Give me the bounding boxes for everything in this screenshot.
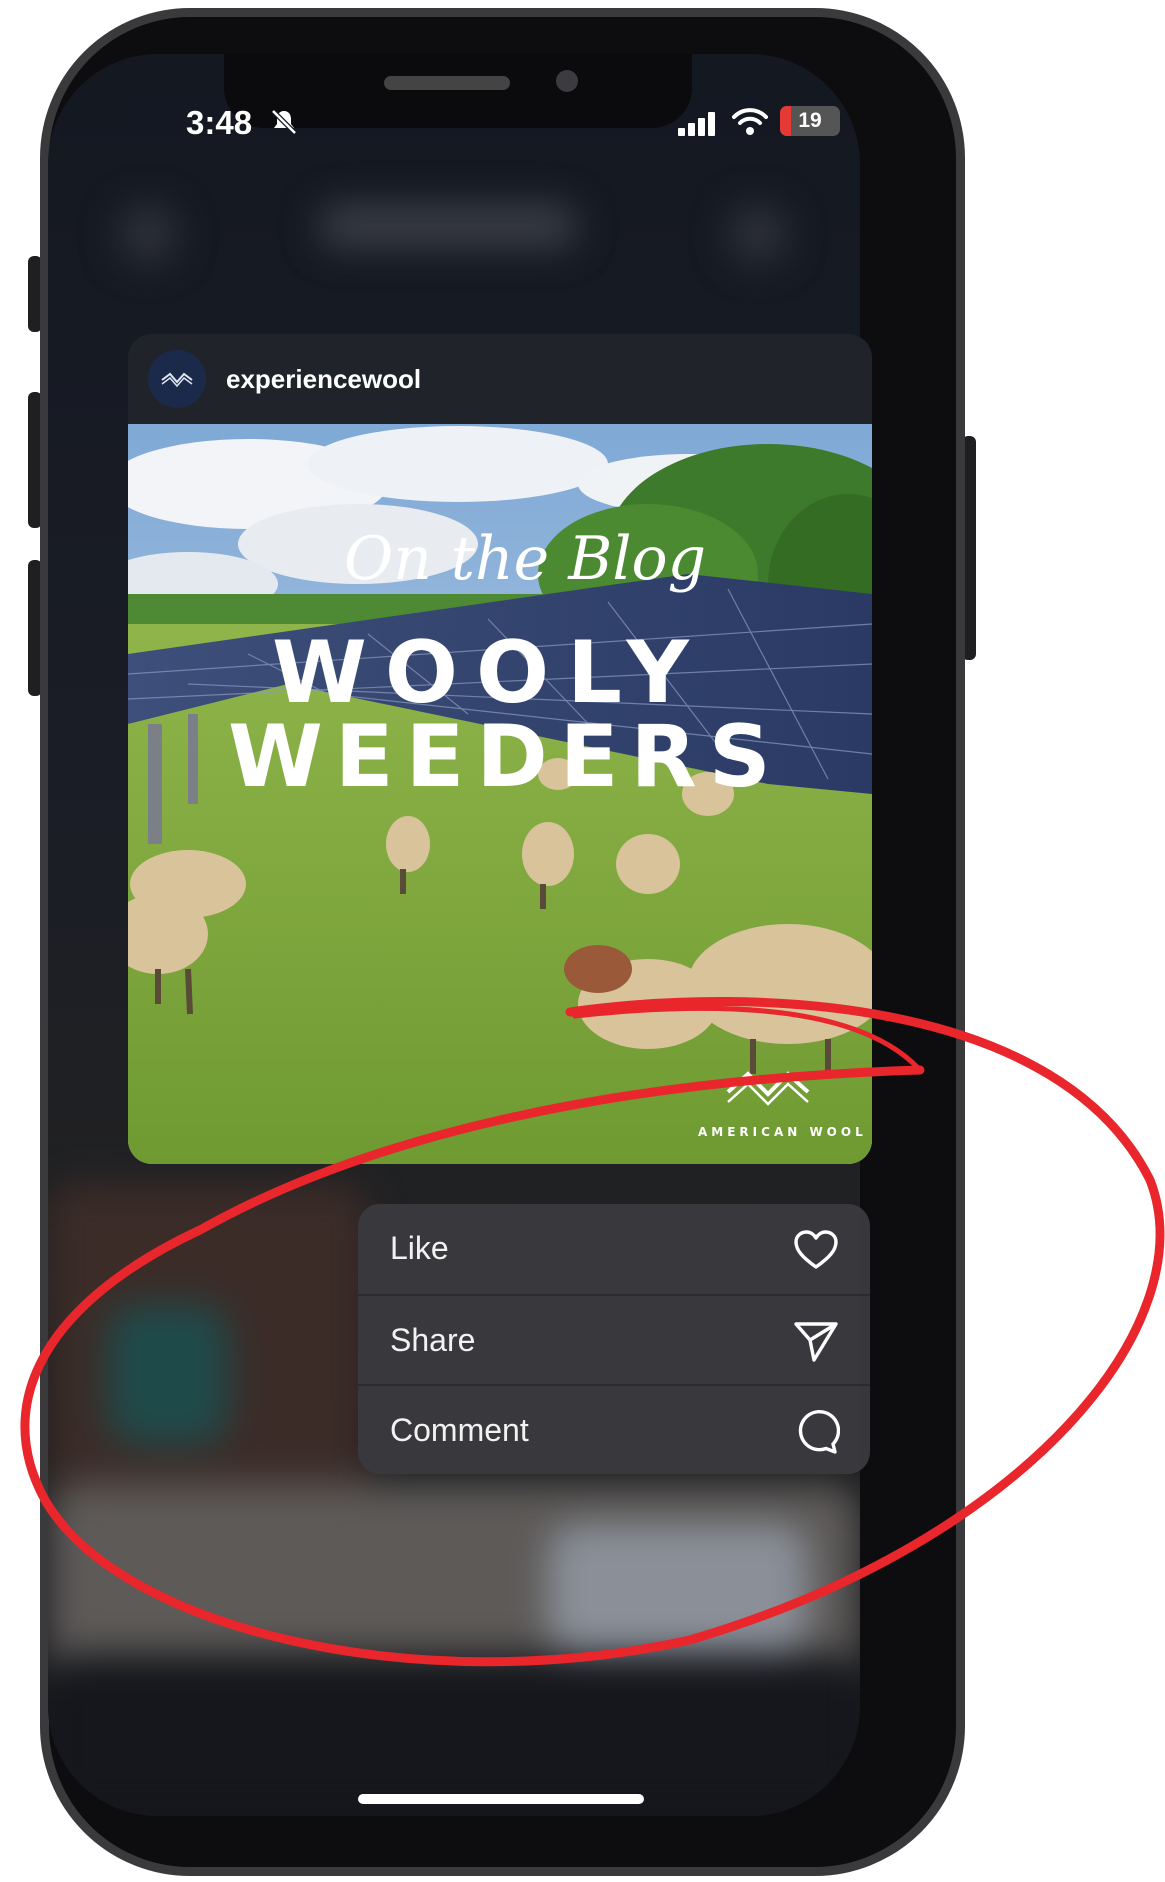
- bell-slash-icon: [271, 109, 297, 135]
- menu-item-comment-label: Comment: [390, 1412, 529, 1448]
- menu-item-like-label: Like: [390, 1230, 449, 1266]
- post-image[interactable]: On the Blog WOOLY WEEDERS AMERICAN WOOL: [128, 424, 872, 1164]
- american-wool-logo-icon: [161, 372, 193, 388]
- comment-bubble-icon: [798, 1410, 840, 1454]
- home-indicator[interactable]: [358, 1794, 644, 1804]
- signal-icon: [678, 112, 715, 136]
- post-image-brand: AMERICAN WOOL: [698, 1125, 867, 1139]
- post-card[interactable]: experiencewool On the Blog WOOLY WEEDERS…: [128, 334, 872, 1164]
- post-image-script-text: On the Blog: [344, 524, 706, 594]
- paper-plane-icon: [794, 1322, 838, 1362]
- front-camera: [556, 70, 578, 92]
- post-header: experiencewool: [128, 334, 872, 424]
- menu-item-share[interactable]: Share: [358, 1296, 870, 1386]
- status-time: 3:48: [186, 104, 253, 141]
- menu-item-comment[interactable]: Comment: [358, 1386, 870, 1474]
- heart-icon: [794, 1230, 838, 1269]
- battery-icon: 19: [780, 106, 840, 136]
- avatar[interactable]: [148, 350, 206, 408]
- battery-percent: 19: [798, 109, 822, 132]
- post-context-menu: Like Share Comment: [358, 1204, 870, 1474]
- wifi-icon: [732, 108, 768, 135]
- menu-item-like[interactable]: Like: [358, 1204, 870, 1294]
- speaker-grille: [384, 76, 510, 90]
- post-image-headline-line2: WEEDERS: [228, 707, 783, 807]
- menu-item-share-label: Share: [390, 1322, 476, 1358]
- post-username[interactable]: experiencewool: [226, 364, 421, 395]
- post-image-artwork: On the Blog WOOLY WEEDERS AMERICAN WOOL: [128, 424, 872, 1164]
